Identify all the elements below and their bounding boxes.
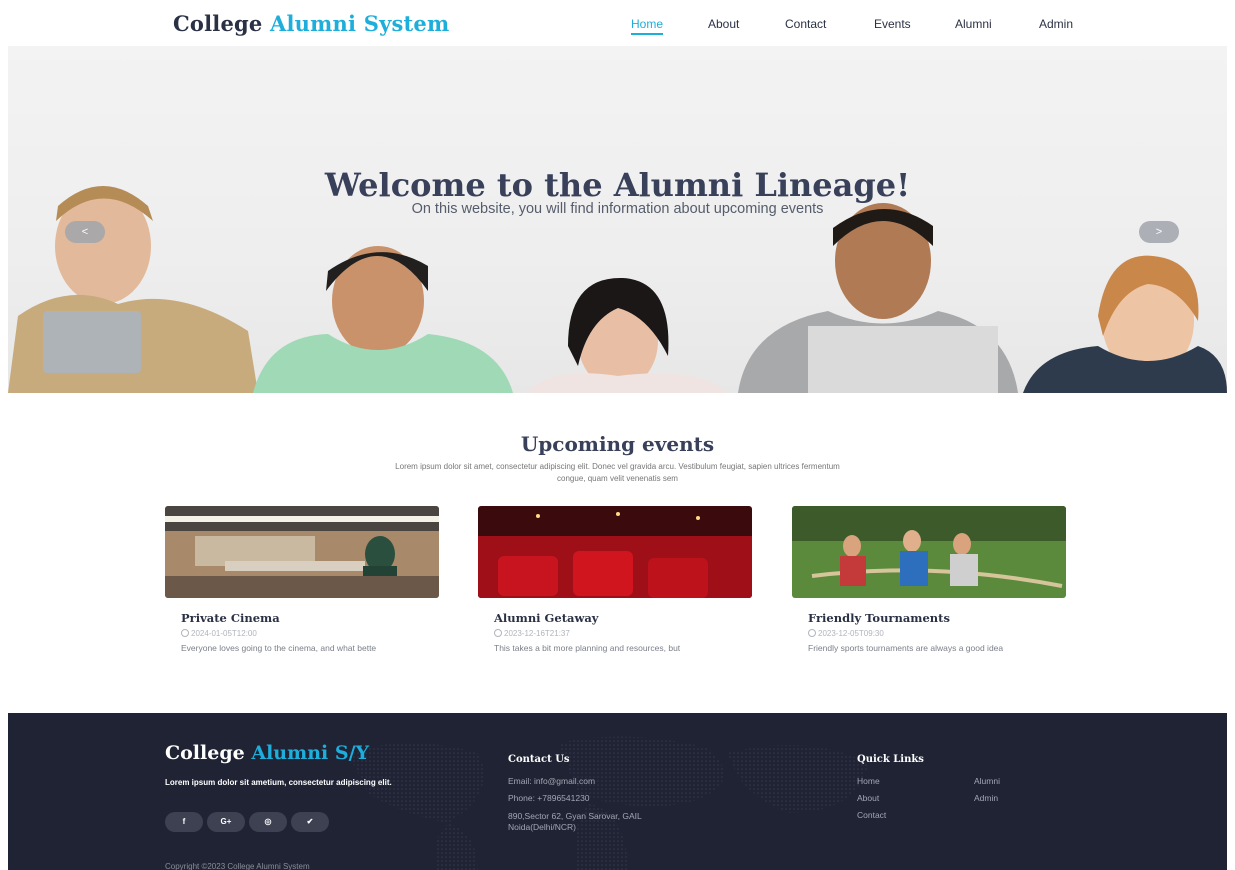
events-title: Upcoming events	[520, 432, 715, 456]
site-footer: College Alumni S/Y Lorem ipsum dolor sit…	[8, 713, 1227, 870]
hero-people-image	[8, 186, 1227, 393]
event-card[interactable]: Friendly Tournaments 2023-12-05T09:30 Fr…	[792, 506, 1066, 654]
event-date: 2023-12-16T21:37	[478, 629, 752, 638]
clock-icon	[494, 629, 502, 637]
nav-admin[interactable]: Admin	[1039, 17, 1073, 31]
nav-about[interactable]: About	[708, 17, 739, 31]
event-card[interactable]: Alumni Getaway 2023-12-16T21:37 This tak…	[478, 506, 752, 654]
event-title[interactable]: Private Cinema	[165, 611, 439, 625]
footer-link-alumni[interactable]: Alumni	[974, 776, 1000, 787]
instagram-icon[interactable]: ◎	[249, 812, 287, 832]
footer-logo[interactable]: College Alumni S/Y	[165, 742, 369, 764]
footer-link-admin[interactable]: Admin	[974, 793, 998, 804]
main-nav: Home About Contact Events Alumni Admin	[0, 17, 1235, 37]
nav-events[interactable]: Events	[874, 17, 911, 31]
event-card[interactable]: Private Cinema 2024-01-05T12:00 Everyone…	[165, 506, 439, 654]
site-header: College Alumni System Home About Contact…	[0, 0, 1235, 46]
event-image-cinema[interactable]	[165, 506, 439, 598]
footer-link-about[interactable]: About	[857, 793, 879, 804]
facebook-icon[interactable]: f	[165, 812, 203, 832]
event-text: Everyone loves going to the cinema, and …	[181, 643, 377, 653]
nav-home[interactable]: Home	[631, 17, 664, 35]
event-image-getaway[interactable]	[478, 506, 752, 598]
hero-carousel: Welcome to the Alumni Lineage! On this w…	[8, 46, 1227, 393]
contact-address: 890,Sector 62, Gyan Sarovar, GAIL Noida(…	[508, 811, 642, 832]
google-plus-icon[interactable]: G+	[207, 812, 245, 832]
quick-links-heading: Quick Links	[857, 754, 924, 765]
hero-title: Welcome to the Alumni Lineage!	[324, 166, 911, 204]
event-date: 2023-12-05T09:30	[792, 629, 1066, 638]
clock-icon	[181, 629, 189, 637]
nav-alumni[interactable]: Alumni	[955, 17, 992, 31]
footer-link-contact[interactable]: Contact	[857, 810, 886, 821]
nav-contact[interactable]: Contact	[785, 17, 826, 31]
event-title[interactable]: Friendly Tournaments	[792, 611, 1066, 625]
twitter-icon[interactable]: ✔	[291, 812, 329, 832]
hero-subtitle: On this website, you will find informati…	[411, 201, 824, 217]
contact-email[interactable]: Email: info@gmail.com	[508, 776, 595, 787]
event-image-tournaments[interactable]	[792, 506, 1066, 598]
event-text: Friendly sports tournaments are always a…	[808, 643, 1004, 653]
contact-phone[interactable]: Phone: +7896541230	[508, 793, 590, 804]
event-title[interactable]: Alumni Getaway	[478, 611, 752, 625]
contact-heading: Contact Us	[508, 754, 570, 765]
carousel-next-button[interactable]: >	[1139, 221, 1179, 243]
events-description: Lorem ipsum dolor sit amet, consectetur …	[395, 462, 840, 483]
event-text: This takes a bit more planning and resou…	[494, 643, 681, 653]
carousel-prev-button[interactable]: <	[65, 221, 105, 243]
footer-about: Lorem ipsum dolor sit ametium, consectet…	[165, 778, 392, 787]
copyright-text: Copyright ©2023 College Alumni System	[165, 862, 310, 870]
social-links: f G+ ◎ ✔	[165, 811, 333, 832]
footer-link-home[interactable]: Home	[857, 776, 880, 787]
clock-icon	[808, 629, 816, 637]
world-map-background	[348, 736, 868, 870]
event-date: 2024-01-05T12:00	[165, 629, 439, 638]
